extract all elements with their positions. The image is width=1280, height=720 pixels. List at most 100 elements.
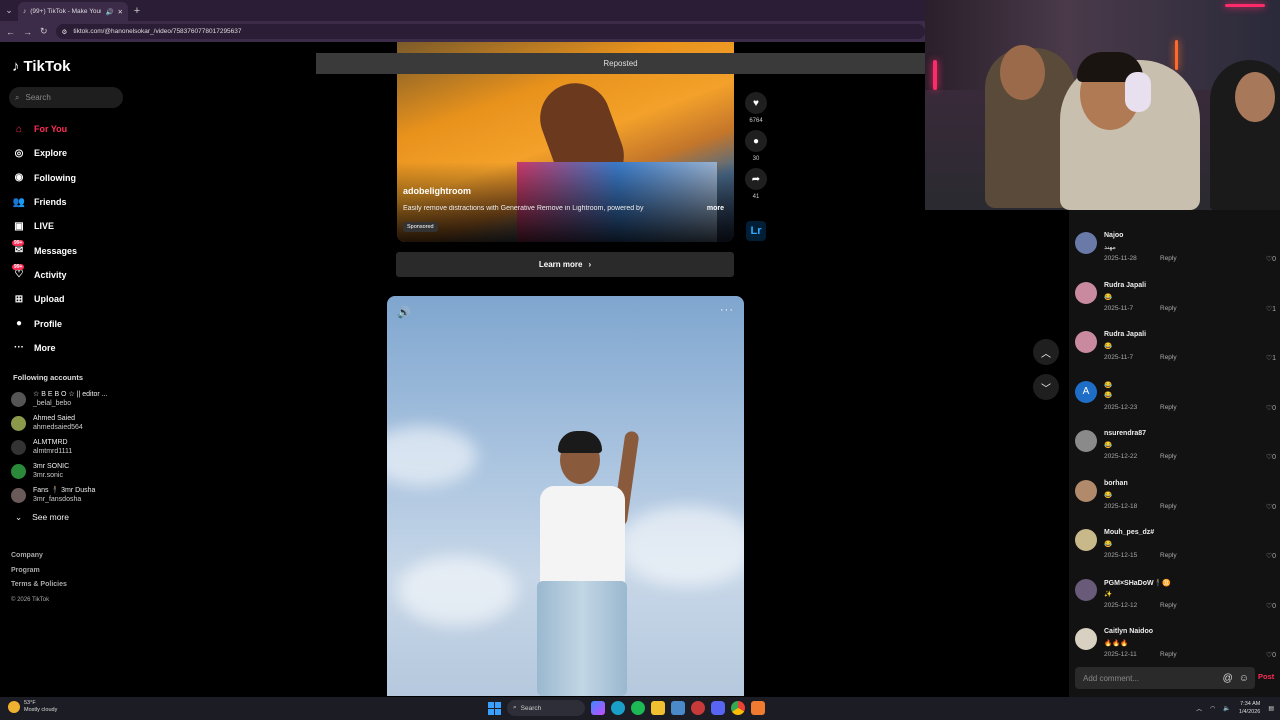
comment-like[interactable]: ♡1 bbox=[1266, 354, 1276, 362]
avatar[interactable] bbox=[1075, 331, 1097, 353]
spotify-icon[interactable] bbox=[631, 701, 645, 715]
taskbar-search[interactable]: ⌕ Search bbox=[507, 700, 585, 716]
next-video-button[interactable]: ﹀ bbox=[1033, 374, 1059, 400]
tab-list-icon[interactable]: ⌄ bbox=[0, 0, 18, 21]
comment-author[interactable]: Najoo bbox=[1104, 232, 1123, 239]
volume-icon[interactable]: 🔈 bbox=[1223, 705, 1230, 712]
nav-activity[interactable]: ♡ 99+ Activity bbox=[12, 263, 77, 287]
avatar[interactable] bbox=[1075, 232, 1097, 254]
comment-author[interactable]: PGM×SHaDoW🕴️♊ bbox=[1104, 579, 1171, 587]
reply-button[interactable]: Reply bbox=[1160, 503, 1177, 510]
site-info-icon[interactable]: ⚙ bbox=[62, 28, 68, 36]
edge-icon[interactable] bbox=[611, 701, 625, 715]
tray-chevron-icon[interactable]: ︿ bbox=[1196, 704, 1202, 713]
close-tab-icon[interactable]: ✕ bbox=[118, 8, 123, 16]
comment-like[interactable]: ♡1 bbox=[1266, 305, 1276, 313]
previous-video-button[interactable]: ︿ bbox=[1033, 339, 1059, 365]
learn-more-button[interactable]: Learn more › bbox=[396, 252, 734, 277]
lightroom-badge[interactable]: Lr bbox=[746, 221, 766, 241]
avatar[interactable] bbox=[1075, 578, 1097, 601]
nav-friends[interactable]: 👥 Friends bbox=[12, 190, 77, 214]
search-input[interactable]: ⌕ Search bbox=[9, 87, 123, 108]
browser-tab[interactable]: ♪ (99+) TikTok - Make Your D... 🔊 ✕ bbox=[18, 2, 128, 21]
new-tab-button[interactable]: + bbox=[128, 5, 146, 17]
reply-button[interactable]: Reply bbox=[1160, 255, 1177, 262]
more-options-icon[interactable]: ··· bbox=[720, 304, 734, 316]
reply-button[interactable]: Reply bbox=[1160, 651, 1177, 658]
windows-start-icon[interactable] bbox=[488, 701, 501, 715]
avatar[interactable] bbox=[1075, 430, 1097, 452]
avatar[interactable] bbox=[1075, 529, 1097, 551]
following-account[interactable]: Ahmed Saied ahmedsaied564 bbox=[11, 411, 108, 435]
nav-for-you[interactable]: ⌂ For You bbox=[12, 117, 77, 141]
nav-messages[interactable]: ✉ 99+ Messages bbox=[12, 238, 77, 262]
photos-icon[interactable] bbox=[671, 701, 685, 715]
add-comment-input[interactable]: Add comment... @ ☺ bbox=[1075, 667, 1255, 689]
nav-profile[interactable]: ● Profile bbox=[12, 311, 77, 335]
reload-icon[interactable]: ↻ bbox=[40, 26, 48, 37]
reply-button[interactable]: Reply bbox=[1160, 602, 1177, 609]
avatar[interactable] bbox=[1075, 479, 1097, 502]
wifi-icon[interactable]: ◠ bbox=[1210, 705, 1215, 712]
nav-upload[interactable]: ⊞ Upload bbox=[12, 287, 77, 311]
avatar[interactable] bbox=[1075, 281, 1097, 304]
comment-author[interactable]: nsurendra87 bbox=[1104, 430, 1146, 437]
see-more-button[interactable]: ⌄ See more bbox=[15, 512, 69, 523]
volume-icon[interactable]: 🔊 bbox=[397, 306, 411, 319]
reply-button[interactable]: Reply bbox=[1160, 552, 1177, 559]
audio-icon[interactable]: 🔊 bbox=[105, 8, 113, 16]
post-comment-button[interactable]: Post bbox=[1258, 672, 1274, 681]
weather-widget[interactable]: 53°F Mostly cloudy bbox=[8, 700, 57, 714]
reply-button[interactable]: Reply bbox=[1160, 354, 1177, 361]
footer-link-company[interactable]: Company bbox=[11, 549, 67, 564]
copilot-icon[interactable] bbox=[591, 701, 605, 715]
file-explorer-icon[interactable] bbox=[651, 701, 665, 715]
reply-button[interactable]: Reply bbox=[1160, 404, 1177, 411]
comment-author[interactable]: Caitlyn Naidoo bbox=[1104, 628, 1153, 635]
comment-action[interactable]: ● 30 bbox=[744, 130, 768, 162]
comment-author[interactable]: Mouh_pes_dz# bbox=[1104, 529, 1154, 536]
feed-video[interactable]: 🔊 ··· bbox=[387, 296, 744, 696]
url-field[interactable]: ⚙ tiktok.com/@hanonelsokar_/video/758376… bbox=[55, 24, 925, 39]
like-action[interactable]: ♥ 6764 bbox=[744, 92, 768, 124]
comment-like[interactable]: ♡0 bbox=[1266, 552, 1276, 560]
following-account[interactable]: ALMTMRD almtmrd1111 bbox=[11, 435, 108, 459]
settings-app-icon[interactable] bbox=[691, 701, 705, 715]
share-action[interactable]: ➦ 41 bbox=[744, 168, 768, 200]
nav-live[interactable]: ▣ LIVE bbox=[12, 214, 77, 238]
avatar[interactable]: A bbox=[1075, 380, 1097, 403]
notifications-icon[interactable]: ▤ bbox=[1268, 705, 1274, 712]
following-account[interactable]: Fans 🕴 3mr Dusha 3mr_fansdosha bbox=[11, 483, 108, 507]
comment-like[interactable]: ♡0 bbox=[1266, 404, 1276, 412]
app-icon[interactable] bbox=[751, 701, 765, 715]
nav-following[interactable]: ◉ Following bbox=[12, 166, 77, 190]
emoji-icon[interactable]: ☺ bbox=[1239, 673, 1249, 684]
description-more-link[interactable]: more bbox=[707, 205, 724, 212]
footer-link-terms[interactable]: Terms & Policies bbox=[11, 578, 67, 593]
comment-like[interactable]: ♡0 bbox=[1266, 503, 1276, 511]
comment-like[interactable]: ♡0 bbox=[1266, 651, 1276, 659]
comment-author[interactable]: Rudra Japali bbox=[1104, 282, 1146, 289]
video-author[interactable]: adobelightroom bbox=[403, 186, 471, 196]
nav-more[interactable]: ··· More bbox=[12, 336, 77, 360]
mention-icon[interactable]: @ bbox=[1223, 673, 1233, 684]
comment-like[interactable]: ♡0 bbox=[1266, 602, 1276, 610]
forward-icon[interactable]: → bbox=[23, 27, 32, 37]
comment-like-count: 0 bbox=[1272, 503, 1276, 511]
clock[interactable]: 7:34 AM 1/4/2026 bbox=[1239, 700, 1260, 716]
comment-author[interactable]: borhan bbox=[1104, 480, 1128, 487]
chrome-icon[interactable] bbox=[731, 701, 745, 715]
following-account[interactable]: ☆ B E B O ☆ || editor ... _belal_bebo bbox=[11, 387, 108, 411]
comment-author[interactable]: Rudra Japali bbox=[1104, 331, 1146, 338]
comment-like[interactable]: ♡0 bbox=[1266, 453, 1276, 461]
tiktok-logo[interactable]: ♪ TikTok bbox=[12, 58, 70, 75]
comment-like[interactable]: ♡0 bbox=[1266, 255, 1276, 263]
reply-button[interactable]: Reply bbox=[1160, 305, 1177, 312]
discord-icon[interactable] bbox=[711, 701, 725, 715]
following-account[interactable]: 3mr SONIC 3mr.sonic bbox=[11, 459, 108, 483]
reply-button[interactable]: Reply bbox=[1160, 453, 1177, 460]
avatar[interactable] bbox=[1075, 628, 1097, 650]
nav-explore[interactable]: ◎ Explore bbox=[12, 141, 77, 165]
footer-link-program[interactable]: Program bbox=[11, 564, 67, 579]
back-icon[interactable]: ← bbox=[6, 27, 15, 37]
